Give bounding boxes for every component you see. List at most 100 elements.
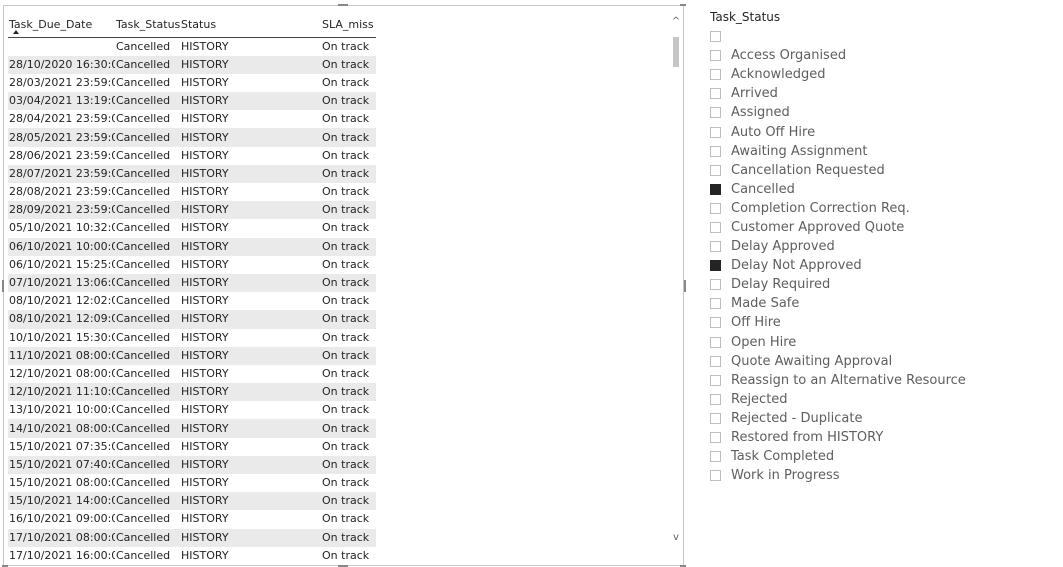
checkbox-icon[interactable] xyxy=(710,412,721,424)
column-header-task-due-date[interactable]: Task_Due_Date xyxy=(8,10,115,38)
table-row[interactable]: 28/07/2021 23:59:00 Cancelled HISTORY On tr… xyxy=(8,164,376,183)
checkbox-icon[interactable] xyxy=(710,164,721,176)
table-row[interactable]: 17/10/2021 08:00:00 Cancelled HISTORY On tr… xyxy=(8,528,376,547)
slicer-item[interactable]: Cancellation Requested xyxy=(710,161,966,180)
column-header-status[interactable]: Status xyxy=(180,10,321,38)
checkbox-icon[interactable] xyxy=(710,470,721,482)
slicer-item[interactable]: Made Safe xyxy=(710,294,966,313)
table-row[interactable]: 03/04/2021 13:19:00 Cancelled HISTORY On tr… xyxy=(8,92,376,111)
cell-task-due-date: 05/10/2021 10:32:00 xyxy=(9,221,115,235)
slicer-item[interactable]: Open Hire xyxy=(710,333,966,352)
checkbox-icon[interactable] xyxy=(710,202,721,214)
checkbox-icon[interactable] xyxy=(710,88,721,100)
sort-ascending-icon[interactable] xyxy=(13,30,19,34)
checkbox-checked-icon[interactable] xyxy=(710,183,721,195)
slicer-item[interactable]: Completion Correction Req. xyxy=(710,199,966,218)
slicer-item[interactable]: Awaiting Assignment xyxy=(710,142,966,161)
task-status-slicer[interactable]: Task_Status Access Organised Acknowledged… xyxy=(703,7,1053,487)
checkbox-icon[interactable] xyxy=(710,393,721,405)
checkbox-icon[interactable] xyxy=(710,355,721,367)
table-row[interactable]: 15/10/2021 08:00:00 Cancelled HISTORY On tr… xyxy=(8,474,376,492)
table-row[interactable]: 08/10/2021 12:02:00 Cancelled HISTORY On tr… xyxy=(8,292,376,310)
slicer-item[interactable]: Cancelled xyxy=(710,180,966,199)
cell-sla-miss: On track xyxy=(322,39,370,53)
table-row[interactable]: 15/10/2021 07:40:00 Cancelled HISTORY On tr… xyxy=(8,455,376,474)
resize-handle-left[interactable] xyxy=(2,280,4,292)
chevron-down-icon[interactable]: v xyxy=(671,531,681,545)
slicer-item-label: Quote Awaiting Approval xyxy=(731,353,893,369)
table-row[interactable]: 17/10/2021 16:00:00 Cancelled HISTORY On tr… xyxy=(8,547,376,565)
table-row[interactable]: 16/10/2021 09:00:00 Cancelled HISTORY On tr… xyxy=(8,510,376,528)
slicer-item[interactable]: Quote Awaiting Approval xyxy=(710,352,966,371)
table-row[interactable]: 06/10/2021 15:25:00 Cancelled HISTORY On tr… xyxy=(8,256,376,274)
slicer-item[interactable]: Rejected - Duplicate xyxy=(710,409,966,428)
table-row[interactable]: Cancelled HISTORY On track xyxy=(8,37,376,56)
table-row[interactable]: 28/06/2021 23:59:00 Cancelled HISTORY On tr… xyxy=(8,147,376,165)
table-row[interactable]: 28/04/2021 23:59:00 Cancelled HISTORY On tr… xyxy=(8,110,376,128)
slicer-item[interactable]: Delay Not Approved xyxy=(710,256,966,275)
table-row[interactable]: 13/10/2021 10:00:00 Cancelled HISTORY On tr… xyxy=(8,401,376,419)
table-row[interactable]: 12/10/2021 11:10:00 Cancelled HISTORY On tr… xyxy=(8,383,376,402)
resize-handle-right[interactable] xyxy=(684,280,686,292)
table-row[interactable]: 11/10/2021 08:00:00 Cancelled HISTORY On tr… xyxy=(8,346,376,365)
table-row[interactable]: 12/10/2021 08:00:00 Cancelled HISTORY On tr… xyxy=(8,365,376,383)
checkbox-icon[interactable] xyxy=(710,221,721,233)
checkbox-icon[interactable] xyxy=(710,279,721,291)
checkbox-icon[interactable] xyxy=(710,336,721,348)
chevron-up-icon[interactable]: ^ xyxy=(671,15,681,29)
checkbox-icon[interactable] xyxy=(710,374,721,386)
table-visual[interactable]: Task_Due_Date Task_Status Status SLA_mis… xyxy=(3,5,684,566)
table-row[interactable]: 28/10/2020 16:30:00 Cancelled HISTORY On tr… xyxy=(8,55,376,74)
checkbox-icon[interactable] xyxy=(710,31,721,43)
checkbox-checked-icon[interactable] xyxy=(710,260,721,272)
checkbox-icon[interactable] xyxy=(710,107,721,119)
slicer-item[interactable]: Customer Approved Quote xyxy=(710,218,966,237)
checkbox-icon[interactable] xyxy=(710,241,721,253)
checkbox-icon[interactable] xyxy=(710,451,721,463)
table-row[interactable]: 28/08/2021 23:59:00 Cancelled HISTORY On tr… xyxy=(8,183,376,201)
table-row[interactable]: 28/05/2021 23:59:00 Cancelled HISTORY On tr… xyxy=(8,128,376,147)
slicer-item[interactable]: Access Organised xyxy=(710,46,966,65)
checkbox-icon[interactable] xyxy=(710,317,721,329)
checkbox-icon[interactable] xyxy=(710,298,721,310)
vertical-scrollbar[interactable]: ^ v xyxy=(671,15,681,545)
cell-status: HISTORY xyxy=(180,273,321,293)
checkbox-icon[interactable] xyxy=(710,69,721,81)
slicer-item[interactable]: Rejected xyxy=(710,390,966,409)
table-row[interactable]: 10/10/2021 15:30:00 Cancelled HISTORY On tr… xyxy=(8,329,376,347)
cell-task-status: Cancelled xyxy=(115,92,180,111)
slicer-item[interactable]: Assigned xyxy=(710,103,966,122)
table-row[interactable]: 28/09/2021 23:59:00 Cancelled HISTORY On tr… xyxy=(8,201,376,220)
table-row[interactable]: 28/03/2021 23:59:00 Cancelled HISTORY On tr… xyxy=(8,74,376,92)
table-row[interactable]: 14/10/2021 08:00:00 Cancelled HISTORY On tr… xyxy=(8,419,376,438)
resize-handle-top[interactable] xyxy=(338,4,348,6)
column-header-task-status[interactable]: Task_Status xyxy=(115,10,180,38)
slicer-item[interactable]: Delay Approved xyxy=(710,237,966,256)
checkbox-icon[interactable] xyxy=(710,126,721,138)
table-row[interactable]: 15/10/2021 07:35:00 Cancelled HISTORY On tr… xyxy=(8,438,376,456)
slicer-item-label: Assigned xyxy=(731,105,790,121)
checkbox-icon[interactable] xyxy=(710,50,721,62)
column-header-sla-miss[interactable]: SLA_miss xyxy=(321,10,376,38)
slicer-item[interactable]: Delay Required xyxy=(710,275,966,294)
slicer-item[interactable]: Acknowledged xyxy=(710,65,966,84)
slicer-item[interactable]: Off Hire xyxy=(710,313,966,332)
table-row[interactable]: 07/10/2021 13:06:00 Cancelled HISTORY On tr… xyxy=(8,273,376,293)
slicer-item[interactable]: Arrived xyxy=(710,84,966,103)
slicer-item[interactable]: Task Completed xyxy=(710,447,966,466)
resize-handle-corner-tr[interactable] xyxy=(680,4,686,6)
table-row[interactable]: 06/10/2021 10:00:00 Cancelled HISTORY On tr… xyxy=(8,237,376,256)
table-row[interactable]: 08/10/2021 12:09:00 Cancelled HISTORY On tr… xyxy=(8,310,376,329)
cell-status: HISTORY xyxy=(180,492,321,511)
slicer-item[interactable]: Auto Off Hire xyxy=(710,122,966,141)
cell-task-due-date: 13/10/2021 10:00:00 xyxy=(9,403,115,417)
slicer-item[interactable] xyxy=(710,27,966,46)
scrollbar-thumb[interactable] xyxy=(673,37,679,67)
table-row[interactable]: 05/10/2021 10:32:00 Cancelled HISTORY On tr… xyxy=(8,219,376,237)
slicer-item[interactable]: Reassign to an Alternative Resource xyxy=(710,371,966,390)
checkbox-icon[interactable] xyxy=(710,432,721,444)
table-row[interactable]: 15/10/2021 14:00:00 Cancelled HISTORY On tr… xyxy=(8,492,376,511)
slicer-item[interactable]: Work in Progress xyxy=(710,466,966,485)
slicer-item[interactable]: Restored from HISTORY xyxy=(710,428,966,447)
checkbox-icon[interactable] xyxy=(710,145,721,157)
